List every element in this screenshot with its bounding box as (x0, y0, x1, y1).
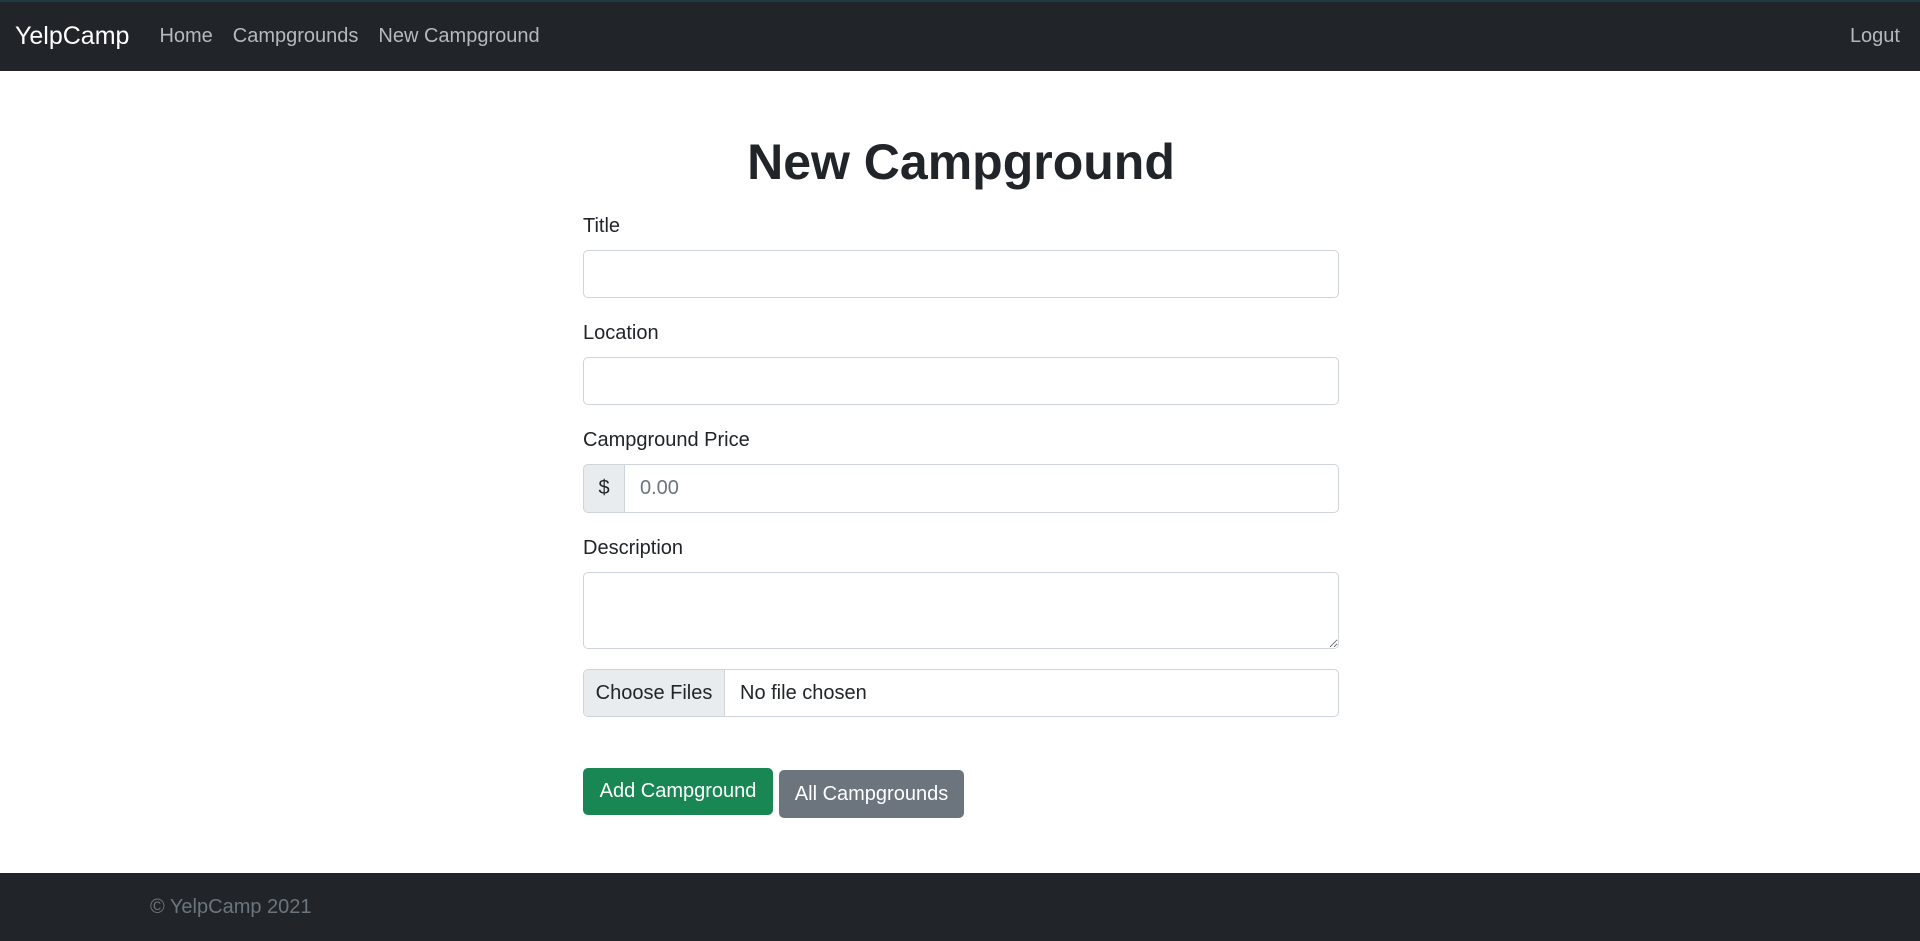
description-label: Description (583, 537, 684, 559)
navbar: YelpCamp Home Campgrounds New Campground… (0, 0, 1920, 71)
title-group: Title (583, 215, 1339, 298)
description-group: Description (583, 537, 1339, 649)
brand-link[interactable]: YelpCamp (15, 22, 129, 51)
all-campgrounds-button[interactable]: All Campgrounds (779, 770, 964, 818)
nav-link-campgrounds[interactable]: Campgrounds (233, 25, 359, 48)
location-label: Location (583, 322, 659, 344)
location-group: Location (583, 322, 1339, 405)
nav-link-new-campground[interactable]: New Campground (378, 25, 539, 48)
price-input[interactable] (625, 464, 1339, 513)
title-input[interactable] (583, 250, 1339, 298)
main-content: New Campground Title Location Campground… (583, 71, 1339, 818)
form-buttons: Add Campground All Campgrounds (583, 768, 1339, 818)
title-label: Title (583, 215, 621, 237)
footer: © YelpCamp 2021 (0, 873, 1920, 941)
location-input[interactable] (583, 357, 1339, 405)
dollar-prefix: $ (583, 464, 625, 513)
price-label: Campground Price (583, 429, 750, 451)
add-campground-button[interactable]: Add Campground (583, 768, 773, 815)
file-status-text: No file chosen (740, 681, 867, 704)
price-group: Campground Price $ (583, 429, 1339, 513)
nav-link-home[interactable]: Home (159, 25, 212, 48)
footer-copyright: © YelpCamp 2021 (150, 895, 312, 918)
price-input-group: $ (583, 464, 1339, 513)
file-input[interactable]: Choose Files No file chosen (583, 669, 1339, 717)
description-textarea[interactable] (583, 572, 1339, 649)
choose-files-button[interactable]: Choose Files (584, 670, 725, 716)
page-title: New Campground (747, 134, 1175, 190)
logout-link[interactable]: Logut (1850, 25, 1900, 48)
